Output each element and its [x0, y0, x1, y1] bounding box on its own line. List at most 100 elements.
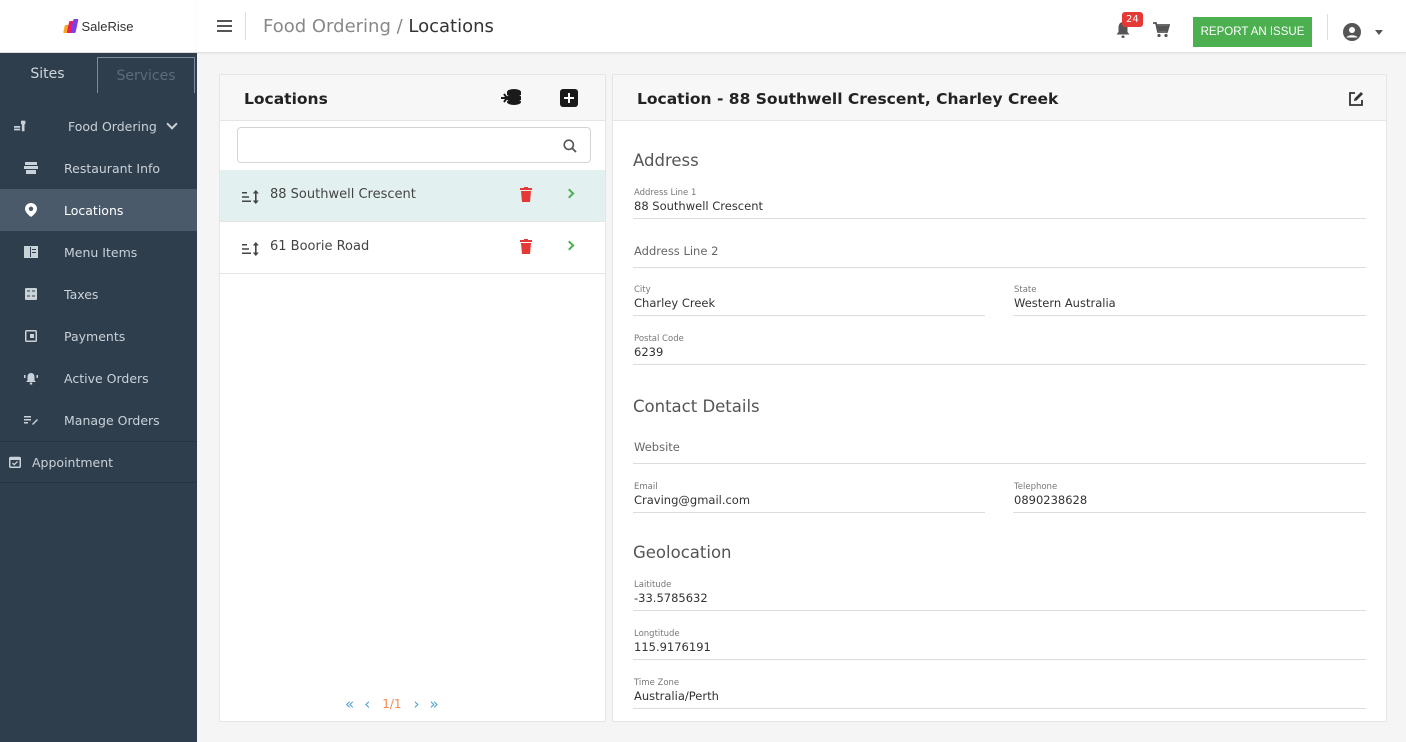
time-zone-field[interactable]: Time Zone Australia/Perth — [633, 672, 1366, 709]
tab-sites[interactable]: Sites — [0, 53, 95, 95]
delete-icon[interactable] — [520, 187, 532, 202]
list-item[interactable]: 88 Southwell Crescent — [220, 170, 605, 222]
add-location-button[interactable] — [560, 89, 578, 107]
field-value: 88 Southwell Crescent — [634, 199, 764, 213]
sidebar-menu: Food Ordering Restaurant Info Locations … — [0, 105, 197, 483]
sidebar-item-menu-items[interactable]: Menu Items — [0, 231, 197, 273]
divider — [245, 12, 246, 40]
sidebar-tabs: Sites Services — [0, 53, 197, 95]
sidebar-item-label: Restaurant Info — [64, 160, 161, 176]
caret-down-icon[interactable] — [1375, 30, 1383, 35]
sidebar-item-label: Food Ordering — [68, 118, 157, 134]
report-issue-button[interactable]: REPORT AN ISSUE — [1193, 17, 1312, 47]
edit-icon[interactable] — [1348, 91, 1364, 107]
longitude-field[interactable]: Longtitude 115.9176191 — [633, 623, 1366, 660]
logo-mark-icon — [63, 19, 79, 33]
breadcrumb: Food Ordering / Locations — [263, 16, 494, 37]
sidebar-item-manage-orders[interactable]: Manage Orders — [0, 399, 197, 441]
chevron-down-icon — [166, 118, 178, 130]
field-placeholder: Address Line 2 — [634, 244, 719, 258]
logo[interactable]: SaleRise — [63, 18, 134, 34]
field-value: Western Australia — [1014, 296, 1116, 310]
email-field[interactable]: Email Craving@gmail.com — [633, 476, 985, 513]
field-label: Longtitude — [634, 629, 680, 639]
locations-panel-header: Locations — [220, 75, 605, 121]
sidebar: SaleRise Sites Services Food Ordering Re… — [0, 0, 197, 742]
sidebar-item-locations[interactable]: Locations — [0, 189, 197, 231]
field-label: Laititude — [634, 580, 672, 590]
sidebar-item-appointment[interactable]: Appointment — [0, 441, 197, 483]
coins-icon[interactable] — [501, 88, 523, 108]
address-line-1-field[interactable]: Address Line 1 88 Southwell Crescent — [633, 183, 1366, 219]
chevron-right-icon[interactable] — [564, 240, 575, 251]
city-field[interactable]: City Charley Creek — [633, 280, 985, 316]
calculator-icon — [24, 287, 38, 301]
postal-code-field[interactable]: Postal Code 6239 — [633, 329, 1366, 365]
field-value: Australia/Perth — [634, 689, 719, 703]
section-geolocation: Geolocation — [633, 543, 732, 562]
field-label: Address Line 1 — [634, 188, 697, 198]
notification-badge: 24 — [1122, 12, 1143, 27]
hamburger-menu-icon[interactable] — [217, 20, 232, 32]
user-account-icon[interactable] — [1343, 23, 1361, 41]
next-page-icon[interactable]: › — [414, 695, 420, 713]
detail-title: Location - 88 Southwell Crescent, Charle… — [637, 90, 1059, 108]
store-icon — [24, 161, 38, 175]
breadcrumb-current: Locations — [408, 16, 494, 37]
logo-text: SaleRise — [81, 18, 134, 34]
chevron-right-icon[interactable] — [564, 188, 575, 199]
field-value: -33.5785632 — [634, 591, 708, 605]
sidebar-item-label: Payments — [64, 328, 126, 344]
top-bar: Food Ordering / Locations 24 REPORT AN I… — [197, 0, 1406, 53]
location-name: 88 Southwell Crescent — [270, 187, 416, 202]
sidebar-item-active-orders[interactable]: Active Orders — [0, 357, 197, 399]
state-field[interactable]: State Western Australia — [1013, 280, 1366, 316]
pagination: « ‹ 1/1 › » — [345, 695, 439, 713]
section-address: Address — [633, 151, 699, 170]
bell-ring-icon — [24, 371, 38, 385]
locations-panel: Locations 88 Southwell Crescent 61 Boori… — [219, 74, 606, 722]
field-label: City — [634, 285, 651, 295]
search-input[interactable] — [246, 134, 546, 156]
last-page-icon[interactable]: » — [430, 695, 439, 713]
sidebar-item-food-ordering[interactable]: Food Ordering — [0, 105, 197, 147]
latitude-field[interactable]: Laititude -33.5785632 — [633, 574, 1366, 611]
edit-list-icon — [24, 413, 38, 427]
website-field[interactable]: Website — [633, 428, 1366, 464]
field-label: Postal Code — [634, 334, 684, 344]
calendar-check-icon — [8, 455, 22, 469]
field-value: 115.9176191 — [634, 640, 711, 654]
delete-icon[interactable] — [520, 239, 532, 254]
telephone-field[interactable]: Telephone 0890238628 — [1013, 476, 1366, 513]
map-pin-icon — [24, 203, 38, 217]
sidebar-item-restaurant-info[interactable]: Restaurant Info — [0, 147, 197, 189]
sidebar-item-label: Manage Orders — [64, 412, 160, 428]
field-value: Craving@gmail.com — [634, 493, 751, 507]
sidebar-item-label: Appointment — [32, 454, 114, 470]
cart-icon[interactable] — [1152, 22, 1171, 38]
drag-sort-icon[interactable] — [242, 241, 260, 256]
first-page-icon[interactable]: « — [345, 695, 354, 713]
address-line-2-field[interactable]: Address Line 2 — [633, 231, 1366, 268]
drag-sort-icon[interactable] — [242, 189, 260, 204]
locations-panel-title: Locations — [244, 90, 328, 108]
payment-icon — [24, 329, 38, 343]
sidebar-item-taxes[interactable]: Taxes — [0, 273, 197, 315]
list-item[interactable]: 61 Boorie Road — [220, 222, 605, 274]
tab-services[interactable]: Services — [97, 57, 195, 93]
field-placeholder: Website — [634, 440, 680, 454]
field-value: 6239 — [634, 345, 664, 359]
sidebar-item-payments[interactable]: Payments — [0, 315, 197, 357]
breadcrumb-parent[interactable]: Food Ordering — [263, 16, 391, 37]
location-detail-panel: Location - 88 Southwell Crescent, Charle… — [612, 74, 1387, 722]
field-value: Charley Creek — [634, 296, 716, 310]
section-contact-details: Contact Details — [633, 397, 760, 416]
search-icon[interactable] — [563, 138, 577, 153]
breadcrumb-separator: / — [390, 16, 409, 37]
search-box — [237, 127, 591, 163]
page-indicator: 1/1 — [382, 697, 402, 711]
field-label: State — [1014, 285, 1037, 295]
sidebar-item-label: Active Orders — [64, 370, 149, 386]
prev-page-icon[interactable]: ‹ — [364, 695, 370, 713]
detail-panel-header: Location - 88 Southwell Crescent, Charle… — [613, 75, 1386, 121]
